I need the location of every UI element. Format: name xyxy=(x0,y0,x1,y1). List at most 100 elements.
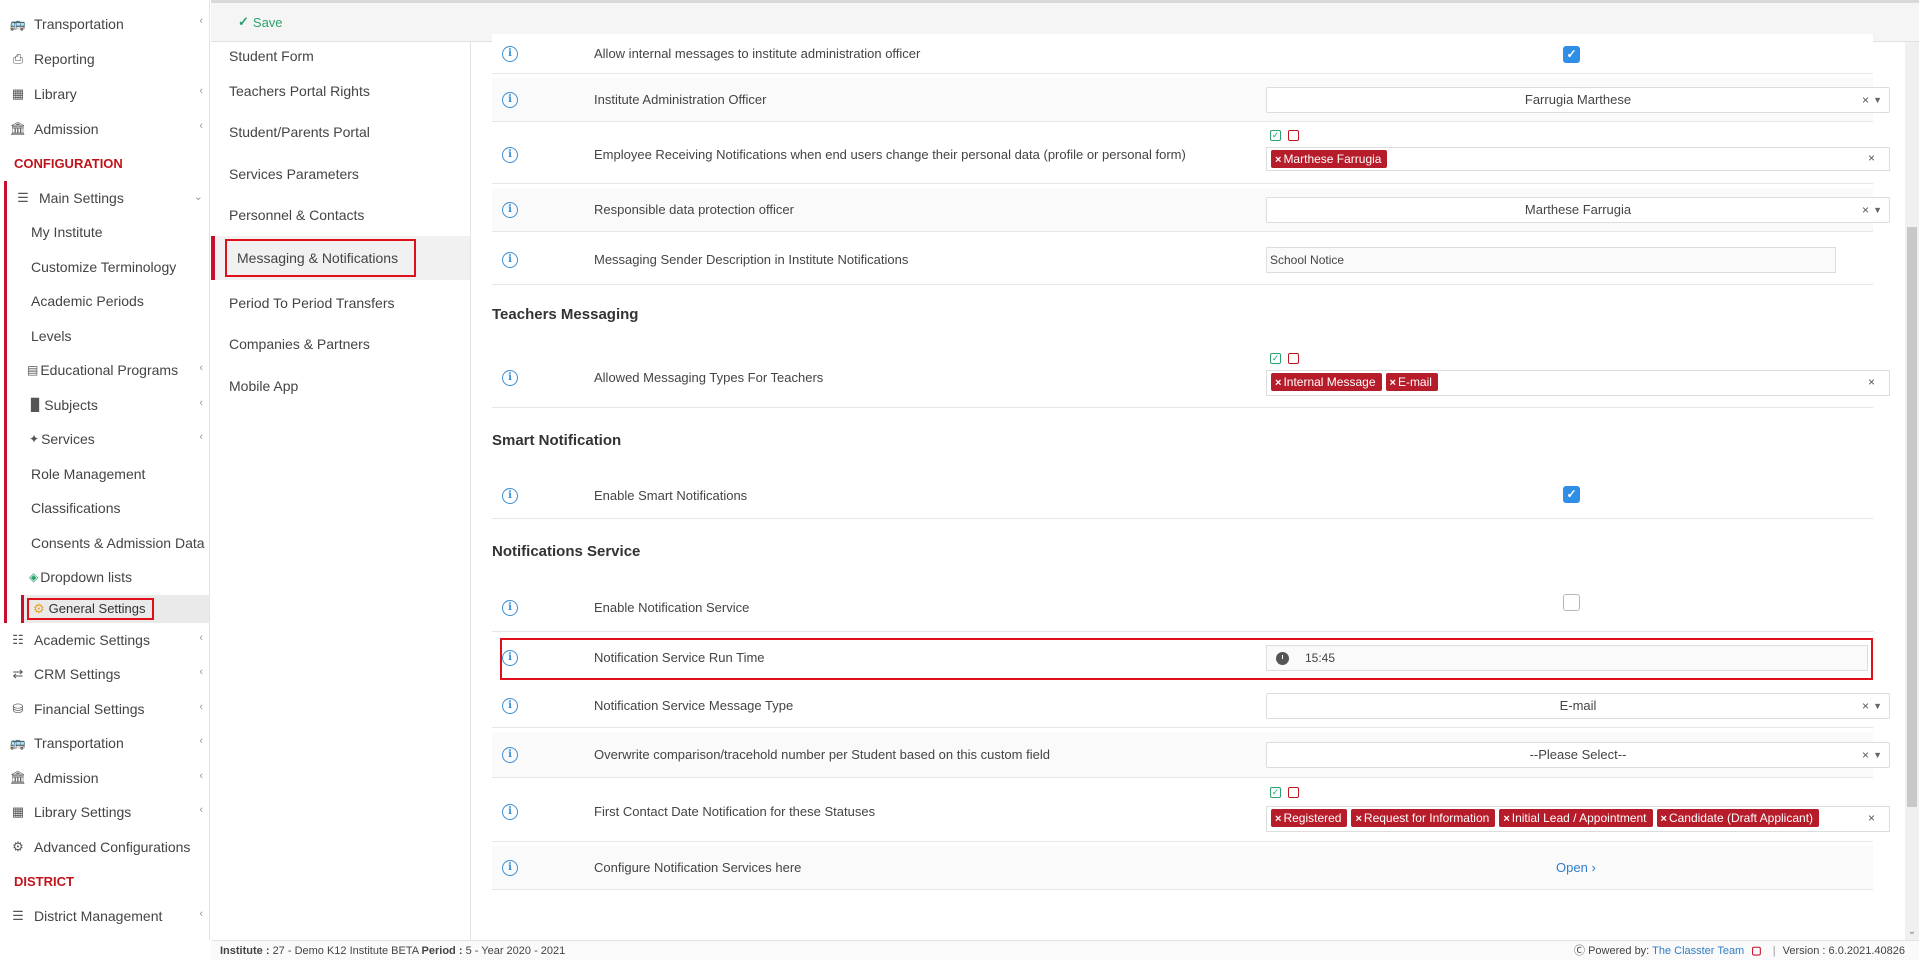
deselect-all-icon[interactable] xyxy=(1288,130,1299,141)
submenu-item-period-transfers[interactable]: Period To Period Transfers xyxy=(211,282,470,324)
sidebar-item-district-management[interactable]: ☰ District Management ‹ xyxy=(0,899,209,934)
deselect-all-icon[interactable] xyxy=(1288,787,1299,798)
deselect-all-icon[interactable] xyxy=(1288,353,1299,364)
sidebar-item-subjects[interactable]: ▉ Subjects ‹ xyxy=(7,388,209,423)
sidebar-item-admission[interactable]: 🏛 Admission ‹ xyxy=(0,111,209,146)
check-icon: ✓ xyxy=(238,14,249,29)
sidebar-item-financial-settings[interactable]: ⛁ Financial Settings ‹ xyxy=(0,692,209,727)
sidebar-item-role-management[interactable]: Role Management xyxy=(7,457,209,492)
sidebar-item-my-institute[interactable]: My Institute xyxy=(7,215,209,250)
info-icon[interactable]: i xyxy=(502,747,518,763)
select-all-icon[interactable]: ✓ xyxy=(1270,787,1281,798)
selected-tag[interactable]: × Initial Lead / Appointment xyxy=(1499,809,1653,827)
scrollbar[interactable]: ⌄ xyxy=(1905,42,1919,940)
selected-tag[interactable]: × E-mail xyxy=(1385,373,1438,391)
remove-tag-icon[interactable]: × xyxy=(1390,377,1396,389)
sidebar-item-library-settings[interactable]: ▦ Library Settings ‹ xyxy=(0,795,209,830)
allow-internal-messages-checkbox[interactable]: ✓ xyxy=(1563,46,1580,63)
teacher-messaging-types-multiselect[interactable]: × Internal Message × E-mail × xyxy=(1266,370,1890,396)
data-protection-officer-select[interactable]: Marthese Farrugia × ▼ xyxy=(1266,197,1890,223)
smart-notifications-checkbox[interactable]: ✓ xyxy=(1563,486,1580,503)
submenu-item-messaging-notifications[interactable]: Messaging & Notifications xyxy=(211,236,470,280)
sidebar-item-dropdown-lists[interactable]: ◈ Dropdown lists xyxy=(7,560,209,595)
selected-tag[interactable]: × Internal Message xyxy=(1271,373,1382,391)
sidebar-item-reporting[interactable]: ⎙ Reporting xyxy=(0,41,209,76)
clear-icon[interactable]: × xyxy=(1868,375,1875,389)
info-icon[interactable]: i xyxy=(502,488,518,504)
sidebar-item-crm-settings[interactable]: ⇄ CRM Settings ‹ xyxy=(0,657,209,692)
sender-description-input[interactable]: School Notice xyxy=(1266,247,1836,273)
caret-down-icon[interactable]: ▼ xyxy=(1873,88,1882,112)
selected-tag[interactable]: × Candidate (Draft Applicant) xyxy=(1656,809,1820,827)
info-icon[interactable]: i xyxy=(502,252,518,268)
remove-tag-icon[interactable]: × xyxy=(1661,813,1667,825)
sidebar-item-transportation-settings[interactable]: 🚌 Transportation ‹ xyxy=(0,726,209,761)
sidebar-item-academic-settings[interactable]: ☷ Academic Settings ‹ xyxy=(0,623,209,658)
clear-icon[interactable]: × xyxy=(1868,151,1875,165)
info-icon[interactable]: i xyxy=(502,860,518,876)
sidebar-item-transportation[interactable]: 🚌 Transportation ‹ xyxy=(0,6,209,41)
clear-icon[interactable]: × xyxy=(1868,811,1875,825)
custom-field-select[interactable]: --Please Select-- × ▼ xyxy=(1266,742,1890,768)
submenu-item-mobile-app[interactable]: Mobile App xyxy=(211,365,470,407)
sidebar-item-main-settings[interactable]: ☰ Main Settings ⌄ xyxy=(7,181,209,216)
clear-icon[interactable]: × xyxy=(1862,743,1869,767)
scrollbar-thumb[interactable] xyxy=(1907,227,1917,807)
submenu-item-student-form[interactable]: Student Form xyxy=(211,42,470,70)
caret-down-icon[interactable]: ▼ xyxy=(1873,198,1882,222)
select-all-icon[interactable]: ✓ xyxy=(1270,353,1281,364)
sidebar-item-customize-terminology[interactable]: Customize Terminology xyxy=(7,250,209,285)
chevron-down-icon[interactable]: ⌄ xyxy=(1905,926,1919,940)
institute-admin-officer-select[interactable]: Farrugia Marthese × ▼ xyxy=(1266,87,1890,113)
info-icon[interactable]: i xyxy=(502,46,518,62)
sidebar-item-general-settings[interactable]: ⚙ General Settings xyxy=(27,597,154,620)
sidebar-item-library[interactable]: ▦ Library ‹ xyxy=(0,76,209,111)
clear-icon[interactable]: × xyxy=(1862,694,1869,718)
selected-tag[interactable]: × Registered xyxy=(1271,809,1348,827)
remove-tag-icon[interactable]: × xyxy=(1355,813,1361,825)
sidebar-item-academic-periods[interactable]: Academic Periods xyxy=(7,284,209,319)
first-contact-statuses-multiselect[interactable]: × Registered × Request for Information × In… xyxy=(1266,806,1890,832)
sidebar-item-levels[interactable]: Levels xyxy=(7,319,209,354)
info-icon[interactable]: i xyxy=(502,147,518,163)
selected-tag[interactable]: × Marthese Farrugia xyxy=(1271,150,1388,168)
clear-icon[interactable]: × xyxy=(1862,198,1869,222)
sidebar-item-admission-settings[interactable]: 🏛 Admission ‹ xyxy=(0,761,209,796)
submenu-item-personnel-contacts[interactable]: Personnel & Contacts xyxy=(211,195,470,237)
message-type-select[interactable]: E-mail × ▼ xyxy=(1266,693,1890,719)
setting-row: i Allowed Messaging Types For Teachers ✓… xyxy=(492,348,1890,408)
caret-down-icon[interactable]: ▼ xyxy=(1873,694,1882,718)
clear-icon[interactable]: × xyxy=(1862,88,1869,112)
submenu-item-teachers-portal-rights[interactable]: Teachers Portal Rights xyxy=(211,70,470,112)
sidebar-item-label: Library xyxy=(34,85,77,102)
remove-tag-icon[interactable]: × xyxy=(1275,154,1281,166)
sidebar-item-classifications[interactable]: Classifications xyxy=(7,491,209,526)
submenu-item-student-parents-portal[interactable]: Student/Parents Portal xyxy=(211,112,470,154)
printer-icon: ⎙ xyxy=(12,50,24,66)
remove-tag-icon[interactable]: × xyxy=(1275,813,1281,825)
submenu-item-companies-partners[interactable]: Companies & Partners xyxy=(211,324,470,366)
caret-down-icon[interactable]: ▼ xyxy=(1873,743,1882,767)
sidebar-item-advanced-configurations[interactable]: ⚙ Advanced Configurations xyxy=(0,830,209,865)
info-icon[interactable]: i xyxy=(502,804,518,820)
submenu-item-services-parameters[interactable]: Services Parameters xyxy=(211,153,470,195)
selected-tag[interactable]: × Request for Information xyxy=(1351,809,1496,827)
classter-team-link[interactable]: The Classter Team xyxy=(1652,945,1744,957)
info-icon[interactable]: i xyxy=(502,698,518,714)
sidebar-item-consents-admission[interactable]: Consents & Admission Data xyxy=(7,526,209,561)
sidebar-item-educational-programs[interactable]: ▤ Educational Programs ‹ xyxy=(7,353,209,388)
enable-notification-service-checkbox[interactable] xyxy=(1563,594,1580,611)
employee-notifications-multiselect[interactable]: × Marthese Farrugia × xyxy=(1266,147,1890,171)
select-all-icon[interactable]: ✓ xyxy=(1270,130,1281,141)
remove-tag-icon[interactable]: × xyxy=(1503,813,1509,825)
remove-tag-icon[interactable]: × xyxy=(1275,377,1281,389)
open-notification-services-link[interactable]: Open › xyxy=(1556,860,1596,875)
select-value: Marthese Farrugia xyxy=(1524,202,1632,217)
submenu-item-label: Student/Parents Portal xyxy=(229,124,370,141)
info-icon[interactable]: i xyxy=(502,202,518,218)
info-icon[interactable]: i xyxy=(502,92,518,108)
save-button[interactable]: ✓ Save xyxy=(238,14,283,30)
info-icon[interactable]: i xyxy=(502,370,518,386)
info-icon[interactable]: i xyxy=(502,600,518,616)
sidebar-item-services[interactable]: ✦ Services ‹ xyxy=(7,422,209,457)
